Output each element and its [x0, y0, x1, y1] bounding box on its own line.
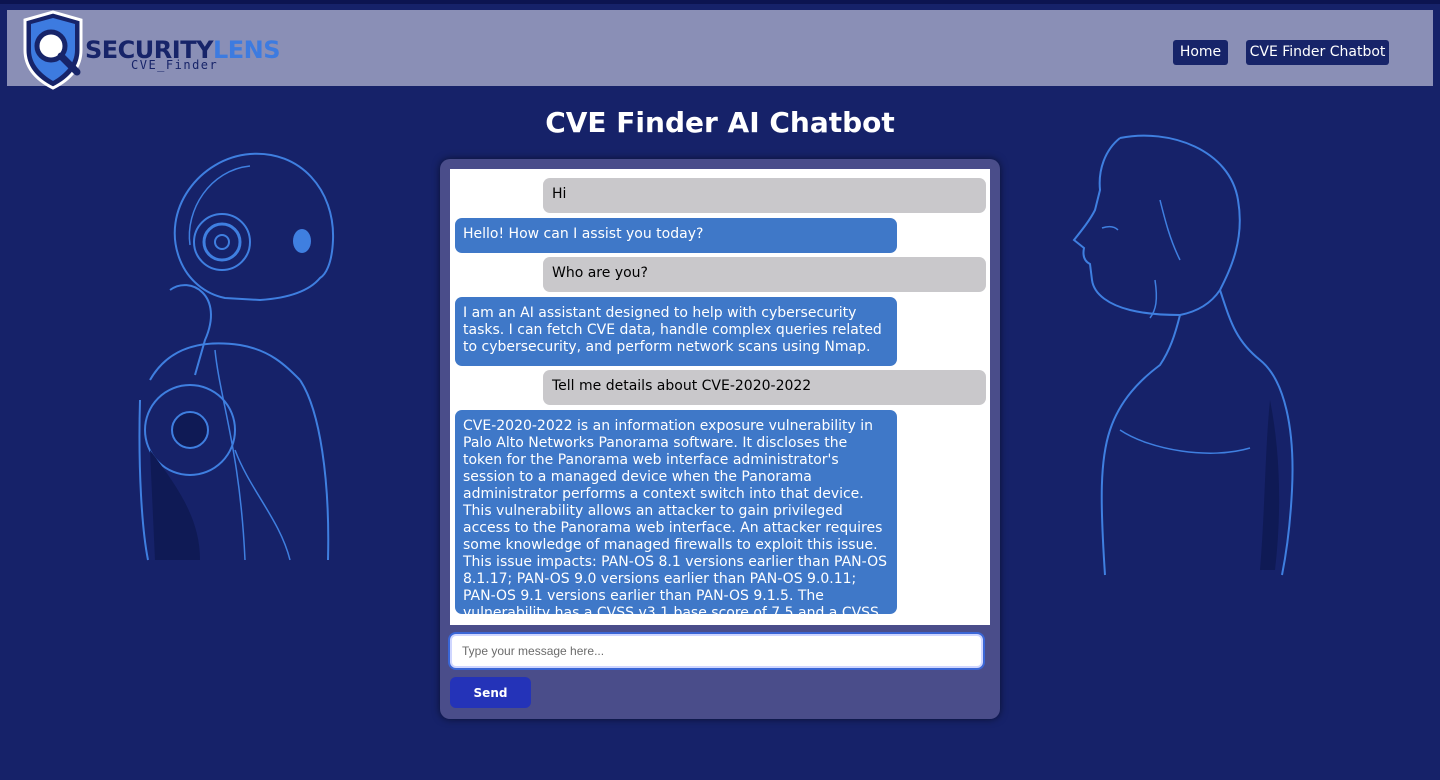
robot-illustration: [138, 152, 335, 561]
bot-message: Hello! How can I assist you today?: [455, 218, 897, 253]
message-input[interactable]: [450, 634, 983, 668]
brand-subtitle: CVE_Finder: [131, 58, 219, 72]
brand-logo[interactable]: SECURITYLENS CVE_Finder: [19, 10, 281, 92]
user-message: Who are you?: [543, 257, 986, 292]
navbar: SECURITYLENS CVE_Finder Home CVE Finder …: [7, 10, 1433, 90]
nav-home-link[interactable]: Home: [1173, 40, 1228, 65]
chat-card: Hi Hello! How can I assist you today? Wh…: [440, 159, 1000, 719]
bot-message: I am an AI assistant designed to help wi…: [455, 297, 897, 366]
human-illustration: [1072, 134, 1294, 576]
bot-message: CVE-2020-2022 is an information exposure…: [455, 410, 897, 625]
user-message: Hi: [543, 178, 986, 213]
top-strip: [0, 0, 1440, 4]
user-message: Tell me details about CVE-2020-2022: [543, 370, 986, 405]
chat-message-list[interactable]: Hi Hello! How can I assist you today? Wh…: [450, 169, 990, 625]
brand-name-part2: LENS: [212, 36, 281, 64]
send-button[interactable]: Send: [450, 677, 531, 708]
nav-chatbot-link[interactable]: CVE Finder Chatbot: [1246, 40, 1389, 65]
